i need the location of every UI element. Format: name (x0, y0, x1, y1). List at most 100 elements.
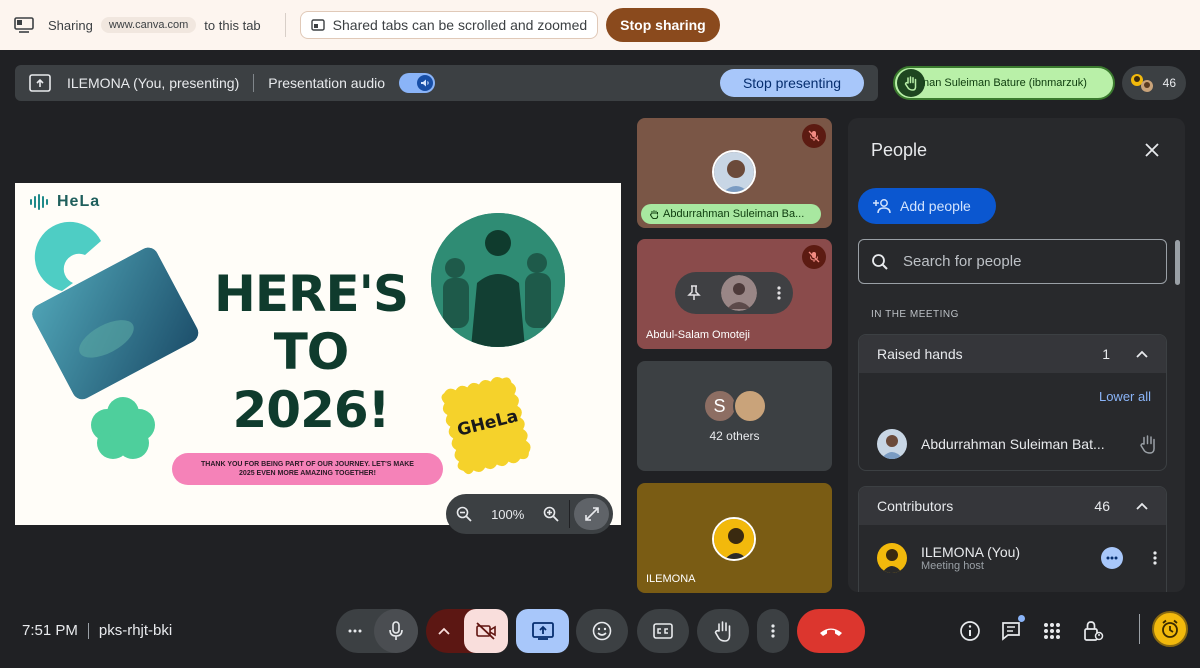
group-count: 46 (1094, 498, 1110, 514)
presenting-bar: ILEMONA (You, presenting) Presentation a… (15, 65, 878, 101)
others-count: 42 others (709, 429, 760, 443)
raise-hand-button[interactable] (697, 609, 749, 653)
others-tile[interactable]: S 42 others (637, 361, 832, 471)
host-controls-button[interactable] (1079, 617, 1107, 645)
reactions-button[interactable] (576, 609, 628, 653)
add-person-icon (873, 199, 891, 214)
shared-domain: www.canva.com (100, 17, 197, 33)
activities-button[interactable] (1038, 617, 1066, 645)
mic-off-icon (802, 245, 826, 269)
divider (569, 500, 571, 528)
slide-title: HERE'S TO 2026! (201, 265, 421, 439)
list-item[interactable]: Abdurrahman Suleiman Bat... (877, 429, 1157, 459)
more-options-icon[interactable] (1153, 550, 1157, 566)
green-flower-shape (91, 397, 155, 459)
mic-icon (389, 621, 403, 640)
camera-off-button[interactable] (464, 609, 508, 653)
expand-icon (584, 507, 599, 521)
avatar: S (702, 389, 737, 423)
zoom-in-button[interactable] (537, 499, 566, 529)
raise-hand-icon (714, 621, 731, 642)
side-panel-controls (956, 615, 1107, 645)
zoom-in-icon (543, 506, 559, 522)
avatar (877, 429, 907, 459)
camera-off-icon (476, 622, 496, 640)
chevron-up-icon[interactable] (438, 627, 450, 635)
emoji-icon (592, 621, 612, 641)
fullscreen-button[interactable] (574, 498, 610, 530)
participant-name: Abdurrahman Suleiman Ba... (663, 208, 805, 220)
contributors-header[interactable]: Contributors 46 (859, 487, 1166, 525)
timer-avatar-button[interactable] (1152, 611, 1188, 647)
person-role: Meeting host (921, 560, 984, 572)
close-icon[interactable] (1141, 139, 1163, 161)
tile-name-chip: Abdurrahman Suleiman Ba... (641, 204, 821, 224)
lock-person-icon (1084, 621, 1104, 641)
present-screen-icon (29, 74, 51, 92)
leave-call-button[interactable] (797, 609, 865, 653)
present-button[interactable] (516, 609, 569, 653)
participant-tile[interactable]: Abdurrahman Suleiman Ba... (637, 118, 832, 228)
participant-tile[interactable]: ILEMONA (637, 483, 832, 593)
section-label: IN THE MEETING (871, 309, 959, 320)
more-options-icon[interactable] (777, 285, 781, 301)
contributors-group: Contributors 46 ILEMONA (You) Meeting ho… (858, 486, 1167, 592)
panel-title: People (871, 140, 928, 160)
chevron-up-icon[interactable] (1136, 350, 1148, 358)
more-options-button[interactable] (757, 609, 789, 653)
avatar (712, 150, 756, 194)
divider (284, 13, 286, 37)
chat-button[interactable] (997, 615, 1025, 645)
zoom-out-button[interactable] (450, 499, 479, 529)
stop-presenting-button[interactable]: Stop presenting (720, 69, 864, 97)
slide-banner: THANK YOU FOR BEING PART OF OUR JOURNEY.… (172, 453, 443, 485)
tab-sharing-bar: Sharing www.canva.com to this tab Shared… (0, 0, 1200, 50)
zoom-out-icon (457, 506, 473, 522)
timer-icon (1162, 619, 1178, 638)
person-name: Abdurrahman Suleiman Bat... (921, 436, 1105, 452)
shared-tip-text: Shared tabs can be scrolled and zoomed (332, 17, 588, 33)
screen-share-icon (14, 17, 34, 33)
avatar (877, 543, 907, 573)
avatar (712, 517, 756, 561)
apps-grid-icon (1044, 623, 1060, 639)
chevron-up-icon[interactable] (1136, 502, 1148, 510)
meeting-details-button[interactable] (956, 617, 984, 645)
notification-dot (1018, 615, 1025, 622)
add-people-label: Add people (900, 198, 971, 214)
shared-slide[interactable]: HeLa HERE'S TO 2026! THANK YOU FOR BEING… (15, 183, 621, 525)
hang-up-icon (820, 628, 842, 636)
microphone-button[interactable] (374, 609, 418, 653)
raised-hand-icon[interactable] (1139, 434, 1157, 454)
tile-hover-controls (675, 272, 793, 314)
speaking-indicator-icon (1101, 547, 1123, 569)
sharing-suffix: to this tab (204, 17, 261, 33)
mic-control-group (336, 609, 418, 653)
participants-chip[interactable]: 46 (1122, 66, 1186, 100)
stop-sharing-button[interactable]: Stop sharing (606, 8, 720, 42)
search-input[interactable]: Search for people (858, 239, 1167, 284)
active-speaker-name: nan Suleiman Bature (ibnmarzuk) (923, 77, 1087, 89)
chat-icon (1002, 622, 1020, 641)
captions-icon (653, 623, 673, 639)
add-people-button[interactable]: Add people (858, 188, 996, 224)
raised-hands-header[interactable]: Raised hands 1 (859, 335, 1166, 373)
slide-title-line: 2026! (232, 381, 391, 439)
list-item[interactable]: ILEMONA (You) Meeting host (877, 543, 1157, 573)
camera-control-group (426, 609, 508, 653)
divider (253, 74, 255, 92)
scrollbar[interactable] (1175, 240, 1180, 285)
active-speaker-chip[interactable]: nan Suleiman Bature (ibnmarzuk) (893, 66, 1115, 100)
participant-name: ILEMONA (646, 573, 696, 585)
raised-hands-group: Raised hands 1 Lower all Abdurrahman Sul… (858, 334, 1167, 471)
pin-icon[interactable] (687, 285, 701, 301)
captions-button[interactable] (637, 609, 689, 653)
presentation-audio-toggle[interactable] (399, 73, 436, 93)
divider (1139, 614, 1140, 644)
more-horizontal-icon[interactable] (348, 629, 362, 633)
speaker-icon (417, 75, 434, 91)
lower-all-button[interactable]: Lower all (1099, 389, 1151, 404)
avatar (721, 275, 757, 311)
participant-tile[interactable]: Abdul-Salam Omoteji (637, 239, 832, 349)
team-photo-circle (431, 213, 565, 347)
